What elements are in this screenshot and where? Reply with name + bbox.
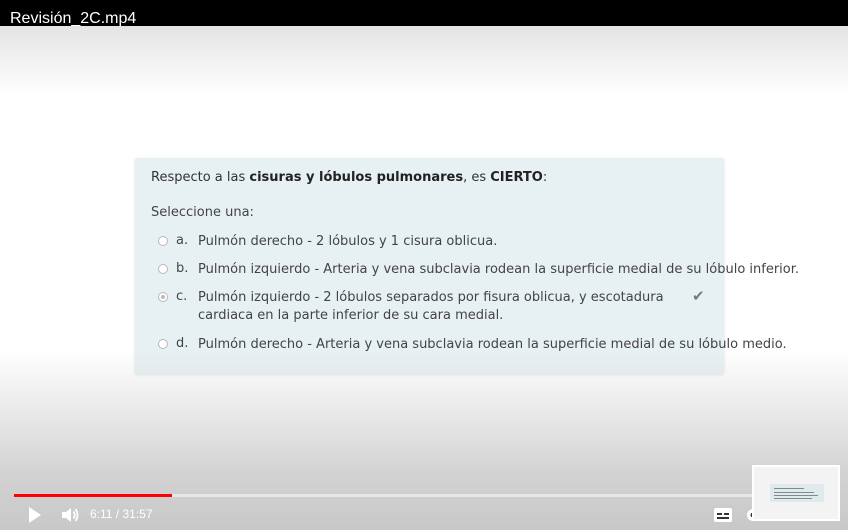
captions-button[interactable] [713, 506, 733, 524]
top-gradient [0, 26, 848, 96]
option-text: Pulmón izquierdo - 2 lóbulos separados p… [198, 290, 664, 323]
question-text-post: : [542, 170, 548, 185]
player-controls: 6:11 / 31:57 [0, 500, 848, 530]
progress-bar-played [14, 494, 173, 497]
option-letter: d. [176, 336, 189, 351]
option-letter: c. [176, 289, 188, 304]
question-text-pre: Respecto a las [151, 170, 250, 185]
thumbnail-line [774, 492, 814, 493]
radio-button-a[interactable] [158, 236, 168, 246]
play-icon [29, 507, 41, 523]
thumbnail-line [774, 488, 804, 489]
option-letter: b. [176, 261, 189, 276]
question-text: Respecto a las cisuras y lóbulos pulmona… [151, 170, 547, 185]
option-letter: a. [176, 233, 189, 248]
question-keyword: CIERTO [490, 170, 543, 185]
radio-button-d[interactable] [158, 339, 168, 349]
volume-icon [62, 508, 79, 522]
progress-bar[interactable] [14, 494, 834, 497]
video-preview-thumbnail [752, 465, 840, 521]
thumbnail-line [774, 495, 818, 496]
time-display: 6:11 / 31:57 [90, 507, 153, 521]
settings-button[interactable] [744, 506, 752, 524]
settings-icon [747, 509, 752, 521]
question-text-mid: , es [463, 170, 491, 185]
question-topic: cisuras y lóbulos pulmonares [249, 170, 464, 185]
option-text: Pulmón derecho - 2 lóbulos y 1 cisura ob… [198, 234, 498, 249]
video-title-bar: Revisión_2C.mp4 [0, 0, 848, 27]
quiz-question-card: Respecto a las cisuras y lóbulos pulmona… [135, 158, 799, 374]
captions-icon [714, 508, 732, 522]
play-button[interactable] [22, 504, 46, 526]
checkmark-icon: ✔ [692, 287, 705, 305]
volume-button[interactable] [58, 504, 82, 526]
select-prompt: Seleccione una: [151, 205, 254, 220]
thumbnail-line [774, 498, 812, 499]
radio-button-c-selected[interactable] [158, 292, 168, 302]
thumbnail-quiz-card [770, 484, 824, 502]
option-text: Pulmón izquierdo - Arteria y vena subcla… [198, 262, 800, 277]
radio-button-b[interactable] [158, 264, 168, 274]
